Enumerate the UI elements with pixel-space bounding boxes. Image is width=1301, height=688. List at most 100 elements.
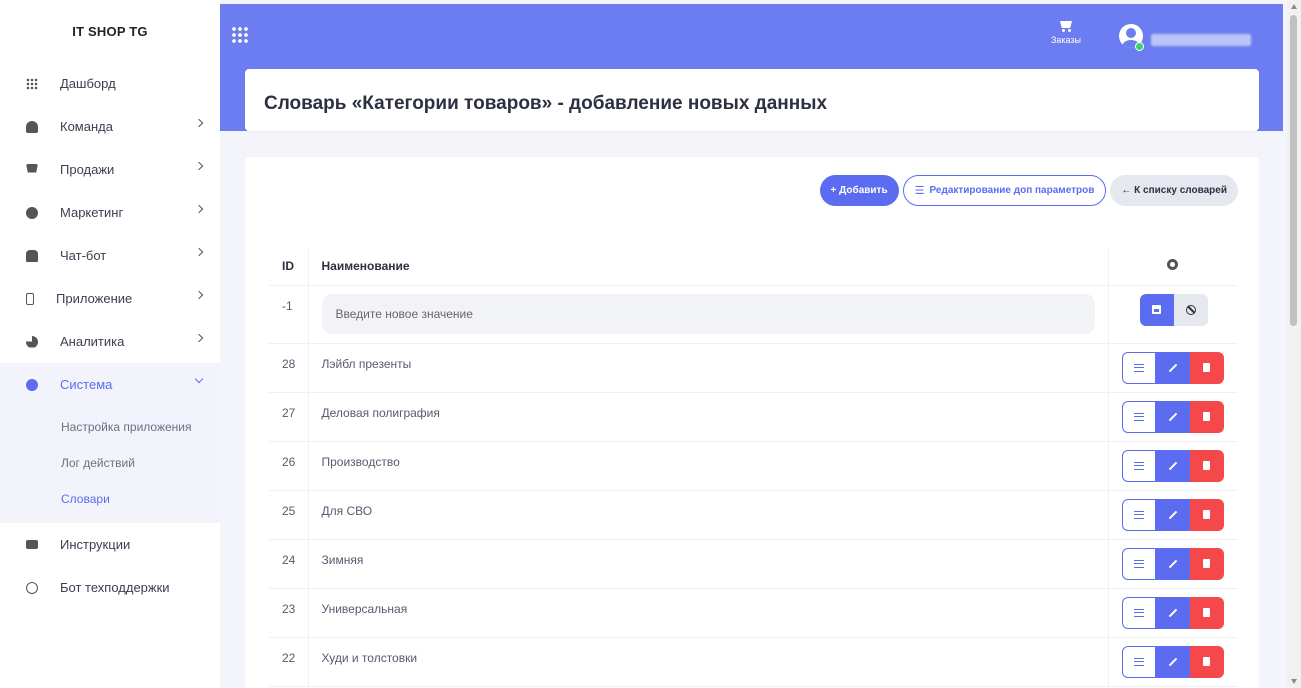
sliders-icon (1133, 608, 1144, 617)
params-button[interactable] (1121, 596, 1156, 629)
sidebar-item-dashboard[interactable]: Дашборд (0, 62, 220, 105)
row-actions (1107, 539, 1237, 589)
chevron-right-icon (194, 333, 204, 343)
pencil-icon (1168, 461, 1177, 470)
trash-icon (1203, 412, 1210, 421)
headset-icon (26, 581, 38, 594)
scroll-up-arrow-icon[interactable] (1291, 4, 1297, 9)
edit-button[interactable] (1155, 351, 1190, 384)
row-name: Для СВО (308, 490, 1108, 540)
params-button[interactable] (1121, 400, 1156, 433)
scrollbar-thumb[interactable] (1290, 15, 1297, 326)
sidebar-subitem-action-log[interactable]: Лог действий (0, 445, 220, 481)
sidebar-item-system[interactable]: Система (0, 363, 220, 406)
params-button[interactable] (1121, 351, 1156, 384)
column-header-name: Наименование (308, 248, 1108, 286)
delete-button[interactable] (1189, 351, 1224, 384)
back-to-dictionaries-button[interactable]: ← К списку словарей (1110, 175, 1238, 206)
orders-label: Заказы (1050, 35, 1082, 45)
delete-button[interactable] (1189, 596, 1224, 629)
page-scrollbar[interactable] (1287, 0, 1301, 688)
pencil-icon (1168, 608, 1177, 617)
chevron-right-icon (194, 204, 204, 214)
sliders-icon (1133, 559, 1144, 568)
sidebar-nav-bottom: Инструкции Бот техподдержки (0, 523, 220, 609)
new-value-input[interactable] (321, 293, 1095, 334)
page-title-card: Словарь «Категории товаров» - добавление… (245, 69, 1259, 131)
edit-button[interactable] (1155, 498, 1190, 531)
row-id: 27 (269, 392, 309, 442)
edit-button[interactable] (1155, 547, 1190, 580)
chevron-right-icon (194, 290, 204, 300)
pencil-icon (1168, 412, 1177, 421)
user-name-blurred[interactable] (1151, 34, 1251, 46)
save-button[interactable] (1139, 293, 1174, 326)
chevron-right-icon (194, 118, 204, 128)
row-actions (1107, 441, 1237, 491)
new-row-name-cell (308, 285, 1108, 344)
table-row: 24 Зимняя (269, 539, 1237, 589)
row-actions (1107, 490, 1237, 540)
row-id: 25 (269, 490, 309, 540)
apps-grid-icon[interactable] (231, 26, 249, 44)
sidebar-item-chatbot[interactable]: Чат-бот (0, 234, 220, 277)
table-row: 27 Деловая полиграфия (269, 392, 1237, 442)
edit-params-button[interactable]: ☰ Редактирование доп параметров (902, 175, 1107, 206)
row-actions (1107, 588, 1237, 638)
row-actions (1107, 343, 1237, 393)
pencil-icon (1168, 510, 1177, 519)
new-row-actions (1107, 285, 1237, 344)
table-row: 25 Для СВО (269, 490, 1237, 540)
sidebar-item-marketing[interactable]: Маркетинг (0, 191, 220, 234)
edit-button[interactable] (1155, 449, 1190, 482)
row-id: 22 (269, 637, 309, 687)
trash-icon (1203, 559, 1210, 568)
add-button[interactable]: + Добавить (819, 175, 899, 206)
sidebar-item-analytics[interactable]: Аналитика (0, 320, 220, 363)
sidebar-item-application[interactable]: Приложение (0, 277, 220, 320)
sidebar-subitem-dictionaries[interactable]: Словари (0, 481, 220, 517)
chevron-down-icon (194, 374, 204, 384)
params-button[interactable] (1121, 498, 1156, 531)
scroll-down-arrow-icon[interactable] (1291, 679, 1297, 684)
column-header-id: ID (269, 248, 309, 286)
edit-button[interactable] (1155, 645, 1190, 678)
cart-icon (1059, 20, 1073, 32)
sidebar-item-team[interactable]: Команда (0, 105, 220, 148)
dictionary-table: ID Наименование -1 Введите новое значени… (269, 248, 1237, 687)
new-row-id: -1 (269, 285, 309, 344)
row-name: Зимняя (308, 539, 1108, 589)
cancel-button[interactable] (1173, 293, 1208, 326)
params-button[interactable] (1121, 449, 1156, 482)
delete-button[interactable] (1189, 645, 1224, 678)
sidebar-item-support-bot[interactable]: Бот техподдержки (0, 566, 220, 609)
delete-button[interactable] (1189, 498, 1224, 531)
new-value-row: -1 (269, 285, 1237, 344)
sidebar-item-instructions[interactable]: Инструкции (0, 523, 220, 566)
page-title: Словарь «Категории товаров» - добавление… (264, 93, 828, 114)
orders-button[interactable]: Заказы (1046, 20, 1086, 45)
edit-button[interactable] (1155, 400, 1190, 433)
params-button[interactable] (1121, 645, 1156, 678)
brand-logo[interactable]: IT SHOP TG (0, 0, 220, 62)
table-header-row: ID Наименование (269, 248, 1237, 286)
sidebar-subitem-app-settings[interactable]: Настройка приложения (0, 409, 220, 445)
row-name: Универсальная (308, 588, 1108, 638)
params-button[interactable] (1121, 547, 1156, 580)
gear-icon[interactable] (1167, 259, 1179, 271)
book-icon (26, 540, 38, 549)
delete-button[interactable] (1189, 400, 1224, 433)
sliders-icon (1133, 363, 1144, 372)
edit-button[interactable] (1155, 596, 1190, 629)
table-row: 28 Лэйбл презенты (269, 343, 1237, 393)
sidebar-item-sales[interactable]: Продажи (0, 148, 220, 191)
row-id: 26 (269, 441, 309, 491)
toolbar: + Добавить ☰ Редактирование доп параметр… (819, 175, 1238, 206)
dashboard-icon (26, 77, 38, 90)
table-row: 26 Производство (269, 441, 1237, 491)
delete-button[interactable] (1189, 547, 1224, 580)
sliders-icon (1133, 510, 1144, 519)
robot-icon (26, 249, 38, 262)
delete-button[interactable] (1189, 449, 1224, 482)
sidebar-item-label: Система (60, 377, 113, 392)
